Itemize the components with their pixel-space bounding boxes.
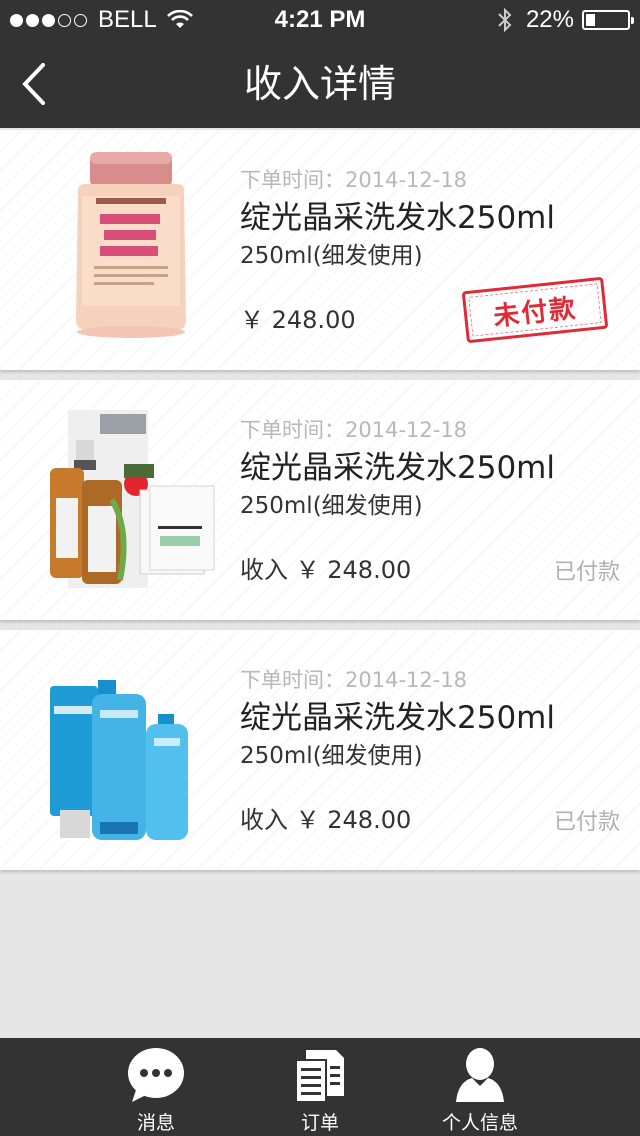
order-time: 下单时间：2014-12-18 (240, 668, 468, 692)
product-image-serum-set (50, 410, 215, 588)
paid-status: 已付款 (553, 560, 620, 585)
order-time: 下单时间：2014-12-18 (240, 418, 468, 442)
status-bar: BELL 4:21 PM 22% (0, 0, 640, 40)
order-income: 收入 ￥ 248.00 (240, 806, 412, 834)
tab-orders[interactable]: 订单 (240, 1038, 400, 1136)
person-icon (456, 1048, 504, 1102)
tab-bar: 消息 订单 个人信息 (0, 1038, 640, 1136)
paid-status: 已付款 (553, 810, 620, 835)
order-time: 下单时间：2014-12-18 (240, 168, 468, 192)
product-spec: 250ml(细发使用) (240, 243, 423, 269)
tab-label: 消息 (136, 1112, 175, 1134)
order-card[interactable]: 下单时间：2014-12-18 绽光晶采洗发水250ml 250ml(细发使用)… (0, 130, 640, 370)
product-spec: 250ml(细发使用) (240, 493, 423, 519)
order-income: 收入 ￥ 248.00 (240, 556, 412, 584)
battery-percent: 22% (525, 6, 574, 33)
order-card[interactable]: 下单时间：2014-12-18 绽光晶采洗发水250ml 250ml(细发使用)… (0, 630, 640, 870)
product-name: 绽光晶采洗发水250ml (240, 200, 555, 236)
tab-messages[interactable]: 消息 (76, 1038, 236, 1136)
order-card[interactable]: 下单时间：2014-12-18 绽光晶采洗发水250ml 250ml(细发使用)… (0, 380, 640, 620)
nav-bar: 收入详情 (0, 40, 640, 128)
page-title: 收入详情 (243, 62, 396, 106)
bluetooth-icon (498, 7, 512, 33)
tab-label: 个人信息 (441, 1112, 518, 1134)
chat-bubble-icon (128, 1048, 184, 1102)
product-spec: 250ml(细发使用) (240, 743, 423, 769)
product-image-shampoo (76, 152, 186, 338)
order-price: ￥ 248.00 (240, 306, 356, 334)
product-name: 绽光晶采洗发水250ml (240, 450, 555, 486)
document-list-icon (295, 1050, 344, 1102)
product-image-skincare-set (50, 680, 188, 840)
tab-profile[interactable]: 个人信息 (400, 1038, 560, 1136)
product-name: 绽光晶采洗发水250ml (240, 700, 555, 736)
unpaid-stamp: 未付款 (461, 276, 609, 344)
battery-icon (582, 10, 634, 30)
tab-label: 订单 (300, 1112, 339, 1134)
status-right: 22% (496, 6, 634, 34)
